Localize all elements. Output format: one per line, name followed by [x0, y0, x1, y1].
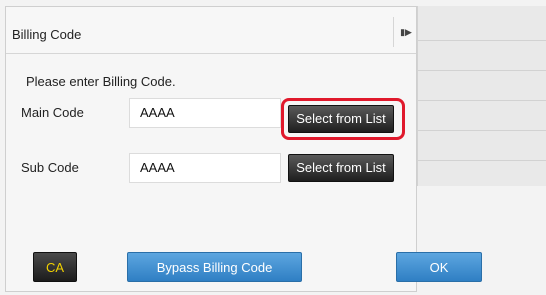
right-panel-row-divider [417, 70, 546, 71]
right-panel-row-divider [417, 130, 546, 131]
instruction-text: Please enter Billing Code. [26, 74, 176, 89]
side-panel-toggle[interactable]: ▮▶ [393, 17, 418, 47]
app-frame: Billing Code ▮▶ Please enter Billing Cod… [0, 0, 546, 295]
sub-code-field[interactable]: AAAA [129, 153, 281, 183]
right-panel-row-divider [417, 160, 546, 161]
right-panel-row-divider [417, 40, 546, 41]
right-panel-divider [417, 6, 418, 186]
right-side-panel [417, 6, 546, 186]
sub-code-select-button[interactable]: Select from List [288, 154, 394, 182]
main-code-label: Main Code [21, 105, 84, 120]
ok-button[interactable]: OK [396, 252, 482, 282]
dialog-title: Billing Code [12, 27, 82, 42]
right-panel-row-divider [417, 100, 546, 101]
billing-code-dialog: Billing Code ▮▶ Please enter Billing Cod… [5, 6, 417, 292]
clear-all-button[interactable]: CA [33, 252, 77, 282]
sub-code-label: Sub Code [21, 160, 79, 175]
play-triangle-icon: ▮▶ [400, 26, 412, 37]
bypass-billing-code-button[interactable]: Bypass Billing Code [127, 252, 302, 282]
main-code-field[interactable]: AAAA [129, 98, 281, 128]
dialog-title-bar: Billing Code ▮▶ [6, 7, 416, 54]
main-code-select-button[interactable]: Select from List [288, 105, 394, 133]
